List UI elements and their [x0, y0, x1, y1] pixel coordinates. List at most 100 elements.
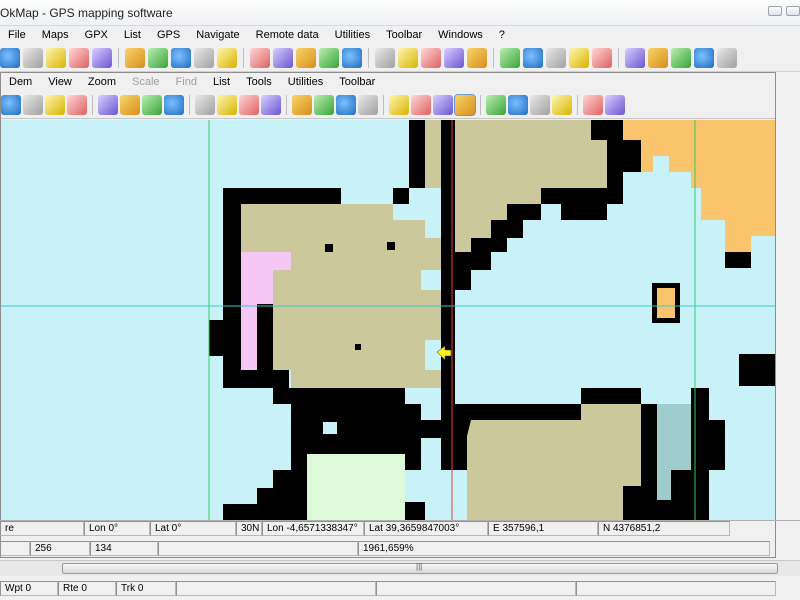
copy-icon[interactable]: [592, 48, 612, 68]
map-menu-view[interactable]: View: [40, 76, 80, 88]
menu-[interactable]: ?: [491, 29, 513, 41]
pointer-icon[interactable]: [467, 48, 487, 68]
menu-maps[interactable]: Maps: [34, 29, 77, 41]
ruler-icon[interactable]: [552, 95, 572, 115]
menu-toolbar[interactable]: Toolbar: [378, 29, 430, 41]
grid-icon[interactable]: [45, 95, 65, 115]
layer-remove-icon[interactable]: [296, 48, 316, 68]
menu-gps[interactable]: GPS: [149, 29, 188, 41]
distance-icon[interactable]: [583, 95, 603, 115]
pointer-icon[interactable]: [314, 95, 334, 115]
properties-icon[interactable]: [292, 95, 312, 115]
row2-cell: [158, 540, 358, 556]
open-map-icon[interactable]: [0, 48, 20, 68]
crosshair-icon[interactable]: [336, 95, 356, 115]
row2-cell: 256: [30, 540, 90, 556]
ecw-icon[interactable]: [69, 48, 89, 68]
zoom-in-icon[interactable]: [217, 95, 237, 115]
exit-icon[interactable]: [694, 48, 714, 68]
zoom-fit-icon[interactable]: [261, 95, 281, 115]
map-menu-utilities[interactable]: Utilities: [280, 76, 331, 88]
pencil-icon[interactable]: [1, 95, 21, 115]
row2-cell: 134: [90, 540, 158, 556]
track-icon[interactable]: [375, 48, 395, 68]
menu-windows[interactable]: Windows: [430, 29, 491, 41]
edit-icon[interactable]: [523, 48, 543, 68]
paste-icon[interactable]: [625, 48, 645, 68]
minimize-button[interactable]: [768, 6, 782, 16]
shp-icon[interactable]: [142, 95, 162, 115]
save-map-icon[interactable]: [23, 48, 43, 68]
smiley-icon[interactable]: [358, 95, 378, 115]
toolbar-separator: [577, 95, 578, 115]
map-window: Dem View Zoom Scale Find List Tools Utilities To…: [0, 72, 776, 558]
row3-cell: [376, 580, 576, 596]
maximize-button[interactable]: [786, 6, 800, 16]
node-icon[interactable]: [433, 95, 453, 115]
line-icon[interactable]: [569, 48, 589, 68]
map-menu-dem[interactable]: Dem: [1, 76, 40, 88]
row1-cell: N 4376851,2: [598, 521, 730, 536]
calc-icon[interactable]: [717, 48, 737, 68]
menu-gpx[interactable]: GPX: [77, 29, 116, 41]
export-icon[interactable]: [98, 95, 118, 115]
zoom-out-icon[interactable]: [239, 95, 259, 115]
drg-icon[interactable]: [92, 48, 112, 68]
polygon-icon[interactable]: [546, 48, 566, 68]
map-menu-list[interactable]: List: [205, 76, 238, 88]
landmass-border: [739, 354, 775, 386]
measure-icon[interactable]: [398, 48, 418, 68]
georef-icon[interactable]: [125, 48, 145, 68]
menu-file[interactable]: File: [0, 29, 34, 41]
map-menu-find[interactable]: Find: [168, 76, 205, 88]
polygon-icon[interactable]: [454, 94, 476, 116]
shp3-icon[interactable]: [195, 95, 215, 115]
route-icon[interactable]: [319, 48, 339, 68]
calibrate-icon[interactable]: [46, 48, 66, 68]
path-icon[interactable]: [411, 95, 431, 115]
tools-icon[interactable]: [23, 95, 43, 115]
row1-cell: Lon 0°: [84, 521, 150, 536]
shp2-icon[interactable]: [164, 95, 184, 115]
globe-settings-icon[interactable]: [250, 48, 270, 68]
layer-add-icon[interactable]: [273, 48, 293, 68]
window-title: OkMap - GPS mapping software: [0, 6, 173, 20]
save-icon[interactable]: [67, 95, 87, 115]
label-icon[interactable]: [389, 95, 409, 115]
row3-cell: Wpt 0: [0, 580, 58, 596]
gps-receive-icon[interactable]: [148, 48, 168, 68]
delete-vertex-icon[interactable]: [530, 95, 550, 115]
menu-utilities[interactable]: Utilities: [327, 29, 378, 41]
main-toolbar: [0, 45, 800, 72]
map-window-toolbar: [1, 92, 775, 119]
area-icon[interactable]: [605, 95, 625, 115]
window-controls: [768, 6, 800, 16]
map-menu-tools[interactable]: Tools: [238, 76, 280, 88]
delete-icon[interactable]: [421, 48, 441, 68]
move-vertex-icon[interactable]: [508, 95, 528, 115]
globe-icon[interactable]: [120, 95, 140, 115]
map-menu-scale[interactable]: Scale: [124, 76, 168, 88]
find-icon[interactable]: [444, 48, 464, 68]
landmass-border: [623, 486, 641, 520]
waypoint-icon[interactable]: [342, 48, 362, 68]
row1-cell: re: [0, 521, 84, 536]
select-icon[interactable]: [500, 48, 520, 68]
gps-track-icon[interactable]: [194, 48, 214, 68]
edit-line-icon[interactable]: [486, 95, 506, 115]
row3-cell: Trk 0: [116, 580, 176, 596]
map-canvas[interactable]: [1, 120, 775, 520]
menu-list[interactable]: List: [116, 29, 149, 41]
map-raster[interactable]: [1, 120, 775, 520]
menu-remote-data[interactable]: Remote data: [248, 29, 327, 41]
row1-cell: Lat 0°: [150, 521, 236, 536]
print-icon[interactable]: [671, 48, 691, 68]
settings-icon[interactable]: [648, 48, 668, 68]
globe-icon[interactable]: [217, 48, 237, 68]
menu-navigate[interactable]: Navigate: [188, 29, 247, 41]
horizontal-scrollbar[interactable]: |||: [0, 560, 800, 576]
toolbar-separator: [118, 48, 119, 68]
gps-send-icon[interactable]: [171, 48, 191, 68]
map-menu-zoom[interactable]: Zoom: [80, 76, 124, 88]
map-menu-toolbar[interactable]: Toolbar: [331, 76, 383, 88]
